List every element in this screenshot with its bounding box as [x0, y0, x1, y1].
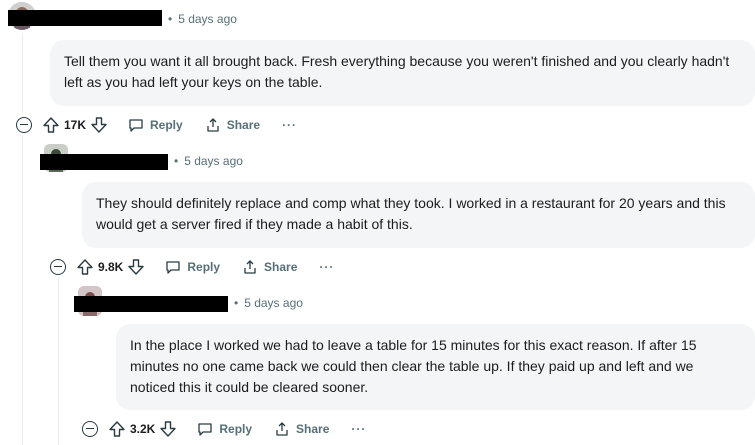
share-label: Share [226, 118, 261, 132]
comment-actions: 3.2K Reply Share ··· [82, 417, 366, 441]
more-icon[interactable]: ··· [319, 260, 334, 274]
thread-line [22, 34, 23, 112]
comment-meta: • 5 days ago [168, 12, 237, 26]
more-icon[interactable]: ··· [282, 118, 297, 132]
comment-body: Tell them you want it all brought back. … [50, 40, 755, 106]
reply-label: Reply [219, 422, 253, 436]
comment-text: In the place I worked we had to leave a … [130, 337, 697, 395]
reply-button[interactable]: Reply [128, 117, 183, 133]
comment-actions: 17K Reply Share ··· [16, 113, 297, 137]
reply-bubble-icon [198, 423, 213, 436]
comment-meta: • 5 days ago [234, 296, 303, 310]
vote-count: 17K [64, 118, 87, 132]
timestamp[interactable]: 5 days ago [184, 154, 243, 168]
collapse-icon[interactable] [16, 117, 32, 133]
share-icon [276, 422, 288, 436]
reply-bubble-icon [129, 119, 143, 132]
comment-meta: • 5 days ago [174, 154, 243, 168]
vote-group: 3.2K [108, 420, 177, 438]
more-icon[interactable]: ··· [351, 422, 366, 436]
downvote-icon[interactable] [127, 258, 145, 276]
share-icon [244, 260, 256, 274]
downvote-icon[interactable] [90, 116, 108, 134]
share-button[interactable]: Share [205, 117, 260, 133]
separator-dot: • [234, 296, 239, 310]
redacted-username [40, 154, 168, 170]
timestamp[interactable]: 5 days ago [178, 12, 237, 26]
reply-button[interactable]: Reply [197, 421, 252, 437]
share-button[interactable]: Share [242, 259, 297, 275]
vote-count: 9.8K [98, 260, 124, 274]
reply-button[interactable]: Reply [165, 259, 220, 275]
comment-text: Tell them you want it all brought back. … [64, 53, 730, 90]
reply-label: Reply [150, 118, 183, 132]
reply-label: Reply [187, 260, 221, 274]
vote-group: 9.8K [76, 258, 145, 276]
upvote-icon[interactable] [42, 116, 60, 134]
upvote-icon[interactable] [108, 420, 126, 438]
share-label: Share [264, 260, 298, 274]
thread-line [22, 135, 23, 445]
separator-dot: • [174, 154, 179, 168]
downvote-icon[interactable] [159, 420, 177, 438]
reply-bubble-icon [166, 261, 181, 274]
share-button[interactable]: Share [274, 421, 329, 437]
collapse-icon[interactable] [50, 259, 66, 275]
comment-body: They should definitely replace and comp … [82, 182, 755, 248]
timestamp[interactable]: 5 days ago [244, 296, 303, 310]
upvote-icon[interactable] [76, 258, 94, 276]
separator-dot: • [168, 12, 173, 26]
redacted-username [8, 10, 162, 26]
comment-text: They should definitely replace and comp … [96, 195, 726, 232]
thread-line [58, 278, 59, 445]
share-label: Share [296, 422, 330, 436]
redacted-username [74, 296, 228, 312]
vote-group: 17K [42, 116, 108, 134]
comment-body: In the place I worked we had to leave a … [116, 324, 755, 410]
comment-actions: 9.8K Reply Share ··· [50, 255, 334, 279]
share-icon [207, 118, 219, 132]
vote-count: 3.2K [130, 422, 156, 436]
collapse-icon[interactable] [82, 421, 98, 437]
